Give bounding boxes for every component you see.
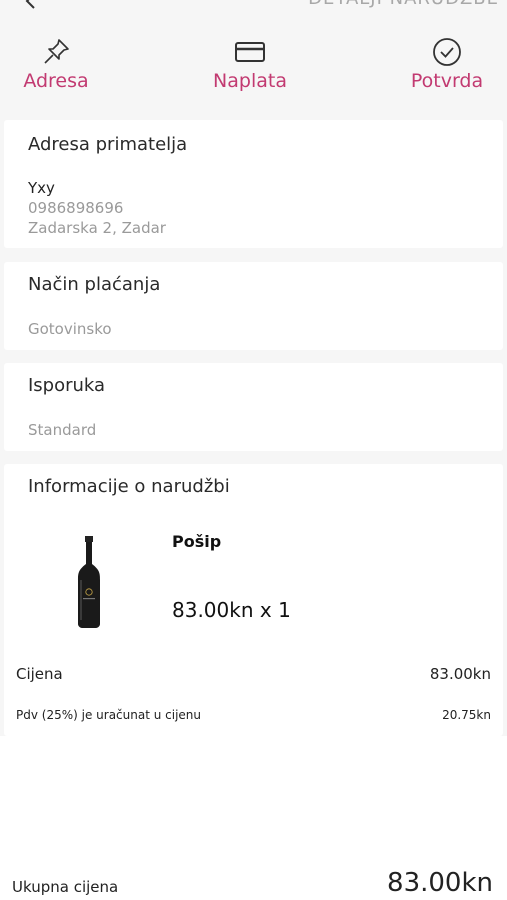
- order-info-title: Informacije o narudžbi: [28, 476, 230, 497]
- credit-card-icon: [235, 42, 265, 62]
- page-title: DETALJI NARUDŽBE: [308, 0, 499, 9]
- step-label: Naplata: [213, 70, 287, 92]
- check-circle-icon: [433, 38, 461, 66]
- recipient-address: Zadarska 2, Zadar: [28, 219, 166, 237]
- payment-card[interactable]: Način plaćanja Gotovinsko: [4, 262, 503, 350]
- payment-title: Način plaćanja: [28, 274, 161, 295]
- step-potvrda[interactable]: Potvrda: [387, 36, 507, 92]
- payment-method: Gotovinsko: [28, 320, 112, 338]
- address-title: Adresa primatelja: [28, 134, 188, 155]
- price-value: 83.00kn: [429, 665, 491, 683]
- product-price-quantity: 83.00kn x 1: [172, 598, 291, 622]
- delivery-method: Standard: [28, 421, 97, 439]
- recipient-name: Yxy: [28, 179, 55, 197]
- address-card[interactable]: Adresa primatelja Yxy 0986898696 Zadarsk…: [4, 120, 503, 248]
- vat-value: 20.75kn: [442, 708, 491, 722]
- pin-icon: [44, 39, 69, 64]
- price-label: Cijena: [16, 665, 63, 683]
- wine-bottle-image: [78, 536, 100, 628]
- back-arrow-icon[interactable]: [22, 0, 40, 10]
- step-label: Adresa: [23, 70, 89, 92]
- delivery-card[interactable]: Isporuka Standard: [4, 363, 503, 451]
- total-label: Ukupna cijena: [12, 878, 119, 896]
- top-bar: DETALJI NARUDŽBE: [0, 0, 507, 14]
- step-label: Potvrda: [410, 70, 484, 92]
- delivery-title: Isporuka: [28, 375, 106, 396]
- product-name: Pošip: [172, 532, 222, 551]
- step-naplata[interactable]: Naplata: [190, 36, 310, 92]
- step-adresa[interactable]: Adresa: [0, 36, 116, 92]
- checkout-steps: Adresa Naplata Potvrda: [0, 36, 507, 106]
- vat-label: Pdv (25%) je uračunat u cijenu: [16, 708, 202, 722]
- recipient-phone: 0986898696: [28, 199, 124, 217]
- total-value: 83.00kn: [387, 868, 493, 898]
- order-info-card: Informacije o narudžbi Pošip 83.00kn x 1…: [4, 464, 503, 736]
